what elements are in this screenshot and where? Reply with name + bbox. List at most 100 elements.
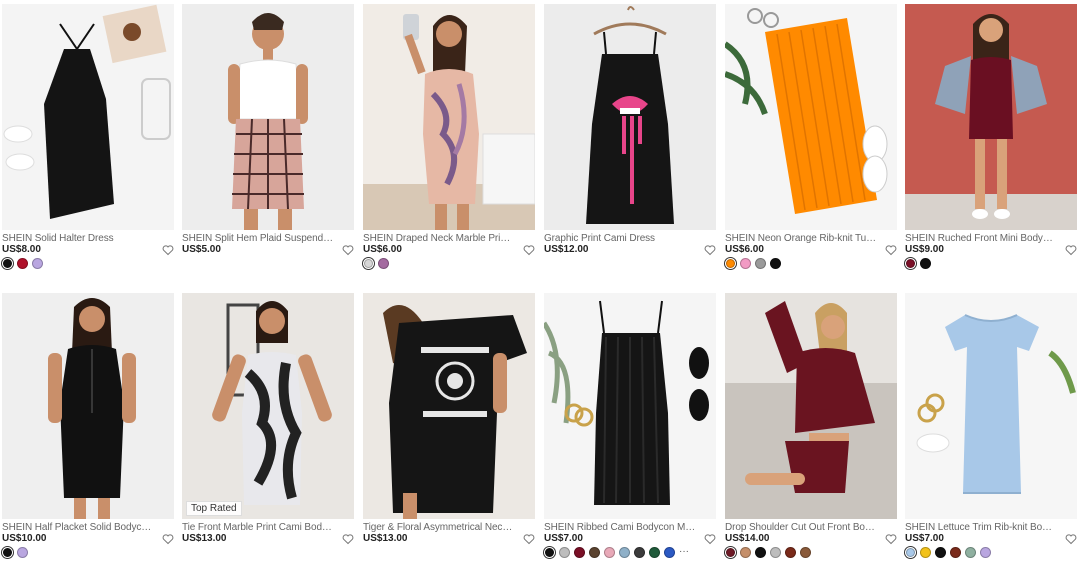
product-price: US$7.00 — [544, 533, 583, 544]
color-swatch[interactable] — [755, 546, 766, 558]
product-image[interactable] — [363, 293, 535, 519]
color-swatch[interactable] — [3, 547, 12, 557]
product-price: US$12.00 — [544, 244, 589, 255]
product-image[interactable] — [363, 4, 535, 230]
color-swatches — [725, 546, 811, 558]
product-card[interactable]: SHEIN Draped Neck Marble Print Dress US$… — [363, 4, 535, 274]
product-title[interactable]: Tiger & Floral Asymmetrical Neck Dress — [363, 522, 515, 533]
heart-icon[interactable] — [885, 533, 897, 545]
color-swatch[interactable] — [378, 257, 389, 269]
color-swatch[interactable] — [726, 547, 735, 557]
product-title[interactable]: SHEIN Ribbed Cami Bodycon Mini Dress — [544, 522, 696, 533]
product-image[interactable] — [182, 4, 354, 230]
color-swatches — [2, 257, 43, 269]
color-swatch[interactable] — [800, 546, 811, 558]
product-card[interactable]: Tiger & Floral Asymmetrical Neck Dress U… — [363, 293, 535, 563]
color-swatch[interactable] — [770, 257, 781, 269]
color-swatch[interactable] — [17, 546, 28, 558]
product-price: US$9.00 — [905, 244, 944, 255]
heart-icon[interactable] — [523, 533, 535, 545]
color-swatch[interactable] — [574, 546, 585, 558]
product-card[interactable]: SHEIN Ribbed Cami Bodycon Mini Dress US$… — [544, 293, 716, 563]
product-card[interactable]: SHEIN Neon Orange Rib-knit Tube Dress US… — [725, 4, 897, 274]
product-card[interactable]: Graphic Print Cami Dress US$12.00 — [544, 4, 716, 274]
heart-icon[interactable] — [162, 244, 174, 256]
color-swatch[interactable] — [755, 257, 766, 269]
product-image[interactable] — [905, 4, 1077, 230]
color-swatch[interactable] — [935, 546, 946, 558]
product-image[interactable]: Top Rated — [182, 293, 354, 519]
product-title[interactable]: SHEIN Draped Neck Marble Print Dress — [363, 233, 515, 244]
product-card[interactable]: Top Rated Tie Front Marble Print Cami Bo… — [182, 293, 354, 563]
color-swatch[interactable] — [906, 547, 915, 557]
product-image[interactable] — [2, 293, 174, 519]
color-swatches — [905, 546, 991, 558]
color-swatch[interactable] — [726, 258, 735, 268]
color-swatch[interactable] — [920, 257, 931, 269]
product-title[interactable]: Drop Shoulder Cut Out Front Bodycon Dres… — [725, 522, 877, 533]
color-swatch[interactable] — [920, 546, 931, 558]
color-swatches — [725, 257, 781, 269]
heart-icon[interactable] — [162, 533, 174, 545]
color-swatch[interactable] — [980, 546, 991, 558]
heart-icon[interactable] — [342, 244, 354, 256]
color-swatch[interactable] — [32, 257, 43, 269]
product-image[interactable] — [905, 293, 1077, 519]
product-price: US$7.00 — [905, 533, 944, 544]
color-swatch[interactable] — [3, 258, 12, 268]
product-title[interactable]: SHEIN Neon Orange Rib-knit Tube Dress — [725, 233, 877, 244]
product-card[interactable]: SHEIN Ruched Front Mini Bodycon Dress US… — [905, 4, 1077, 274]
product-title[interactable]: SHEIN Ruched Front Mini Bodycon Dress — [905, 233, 1057, 244]
product-title[interactable]: Tie Front Marble Print Cami Bodycon Dres… — [182, 522, 334, 533]
product-price: US$13.00 — [363, 533, 408, 544]
color-swatch[interactable] — [664, 546, 675, 558]
product-image[interactable] — [544, 4, 716, 230]
product-price: US$6.00 — [363, 244, 402, 255]
color-swatch[interactable] — [950, 546, 961, 558]
product-price: US$13.00 — [182, 533, 227, 544]
heart-icon[interactable] — [1065, 244, 1077, 256]
product-card[interactable]: SHEIN Split Hem Plaid Suspender Skirt US… — [182, 4, 354, 274]
heart-icon[interactable] — [342, 533, 354, 545]
color-swatch[interactable] — [589, 546, 600, 558]
product-price: US$10.00 — [2, 533, 47, 544]
product-title[interactable]: SHEIN Solid Halter Dress — [2, 233, 154, 244]
product-price: US$14.00 — [725, 533, 770, 544]
color-swatch[interactable] — [740, 546, 751, 558]
product-image[interactable] — [544, 293, 716, 519]
color-swatch[interactable] — [545, 547, 554, 557]
heart-icon[interactable] — [704, 244, 716, 256]
color-swatch[interactable] — [634, 546, 645, 558]
product-image[interactable] — [2, 4, 174, 230]
product-title[interactable]: SHEIN Split Hem Plaid Suspender Skirt — [182, 233, 334, 244]
product-image[interactable] — [725, 4, 897, 230]
color-swatch[interactable] — [604, 546, 615, 558]
product-image[interactable] — [725, 293, 897, 519]
color-swatches — [363, 257, 389, 269]
product-title[interactable]: Graphic Print Cami Dress — [544, 233, 696, 244]
product-card[interactable]: Drop Shoulder Cut Out Front Bodycon Dres… — [725, 293, 897, 563]
color-swatch[interactable] — [770, 546, 781, 558]
color-swatch[interactable] — [649, 546, 660, 558]
product-card[interactable]: SHEIN Lettuce Trim Rib-knit Bodycon Dres… — [905, 293, 1077, 563]
color-swatch[interactable] — [740, 257, 751, 269]
heart-icon[interactable] — [885, 244, 897, 256]
more-colors-icon[interactable]: ··· — [679, 547, 689, 557]
color-swatch[interactable] — [785, 546, 796, 558]
product-title[interactable]: SHEIN Lettuce Trim Rib-knit Bodycon Dres… — [905, 522, 1057, 533]
product-card[interactable]: SHEIN Half Placket Solid Bodycon Dress U… — [2, 293, 174, 563]
product-card[interactable]: SHEIN Solid Halter Dress US$8.00 — [2, 4, 174, 274]
heart-icon[interactable] — [704, 533, 716, 545]
color-swatch[interactable] — [906, 258, 915, 268]
heart-icon[interactable] — [523, 244, 535, 256]
product-title[interactable]: SHEIN Half Placket Solid Bodycon Dress — [2, 522, 154, 533]
top-rated-badge: Top Rated — [186, 501, 242, 516]
color-swatch[interactable] — [17, 257, 28, 269]
color-swatches: ··· — [544, 546, 689, 558]
heart-icon[interactable] — [1065, 533, 1077, 545]
color-swatches — [2, 546, 28, 558]
color-swatch[interactable] — [965, 546, 976, 558]
color-swatch[interactable] — [559, 546, 570, 558]
color-swatch[interactable] — [364, 258, 373, 268]
color-swatch[interactable] — [619, 546, 630, 558]
